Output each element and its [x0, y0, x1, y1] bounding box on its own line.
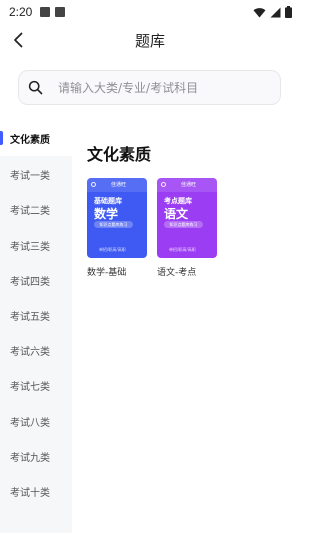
sidebar-item-label: 考试七类 [10, 381, 50, 393]
card-subject: 语文 [164, 207, 189, 221]
wifi-icon [253, 7, 266, 18]
sidebar-item-label: 文化素质 [10, 134, 50, 146]
status-time: 2:20 [9, 5, 33, 19]
sidebar-item-kaoshi-4[interactable]: 考试四类 [0, 262, 72, 298]
content-panel: 文化素质 佳通旺 基础题库 数学 知识点题库练习 单招/职高/高职 数学-基础 … [72, 120, 300, 533]
sidebar-item-kaoshi-2[interactable]: 考试二类 [0, 191, 72, 227]
category-sidebar: 文化素质 考试一类 考试二类 考试三类 考试四类 考试五类 考试六类 考试七类 … [0, 120, 72, 533]
text-a-icon [55, 7, 66, 17]
sidebar-item-kaoshi-9[interactable]: 考试九类 [0, 438, 72, 474]
sidebar-item-kaoshi-3[interactable]: 考试三类 [0, 227, 72, 263]
sidebar-item-label: 考试十类 [10, 487, 50, 499]
brand-logo-icon [161, 182, 166, 187]
card-brand: 佳通旺 [181, 182, 197, 188]
sidebar-item-kaoshi-10[interactable]: 考试十类 [0, 473, 72, 509]
status-bar: 2:20 [0, 0, 300, 24]
sidebar-item-kaoshi-1[interactable]: 考试一类 [0, 156, 72, 192]
active-indicator [0, 131, 3, 145]
card-tag: 知识点题库练习 [164, 221, 203, 228]
card-footer-text: 单招/职高/高职 [99, 247, 126, 252]
sidebar-item-label: 考试九类 [10, 452, 50, 464]
search-input[interactable]: 请输入大类/专业/考试科目 [18, 70, 281, 105]
image-icon [40, 7, 51, 17]
sidebar-item-label: 考试五类 [10, 311, 50, 323]
search-icon [28, 80, 43, 95]
brand-logo-icon [91, 182, 96, 187]
sidebar-item-kaoshi-8[interactable]: 考试八类 [0, 403, 72, 439]
section-title: 文化素质 [87, 145, 152, 164]
search-placeholder: 请输入大类/专业/考试科目 [58, 81, 199, 95]
sidebar-item-wenhua-suzhi[interactable]: 文化素质 [0, 120, 72, 156]
question-bank-card-chinese[interactable]: 佳通旺 考点题库 语文 知识点题库练习 单招/职高/高职 [157, 178, 217, 258]
card-label[interactable]: 数学-基础 [87, 265, 126, 278]
battery-icon [285, 6, 292, 18]
sidebar-item-kaoshi-7[interactable]: 考试七类 [0, 367, 72, 403]
sidebar-item-kaoshi-5[interactable]: 考试五类 [0, 297, 72, 333]
question-bank-card-math[interactable]: 佳通旺 基础题库 数学 知识点题库练习 单招/职高/高职 [87, 178, 147, 258]
sidebar-item-label: 考试八类 [10, 417, 50, 429]
signal-icon [270, 7, 281, 17]
sidebar-item-kaoshi-6[interactable]: 考试六类 [0, 332, 72, 368]
card-footer-text: 单招/职高/高职 [169, 247, 196, 252]
sidebar-item-label: 考试一类 [10, 170, 50, 182]
nav-bar: 题库 [0, 24, 300, 58]
sidebar-item-label: 考试四类 [10, 276, 50, 288]
card-brand: 佳通旺 [111, 182, 127, 188]
card-label[interactable]: 语文-考点 [157, 265, 196, 278]
sidebar-item-label: 考试六类 [10, 346, 50, 358]
page-title: 题库 [134, 32, 165, 50]
sidebar-item-label: 考试三类 [10, 241, 50, 253]
sidebar-item-label: 考试二类 [10, 205, 50, 217]
card-tag: 知识点题库练习 [94, 221, 133, 228]
card-subject: 数学 [94, 207, 119, 221]
